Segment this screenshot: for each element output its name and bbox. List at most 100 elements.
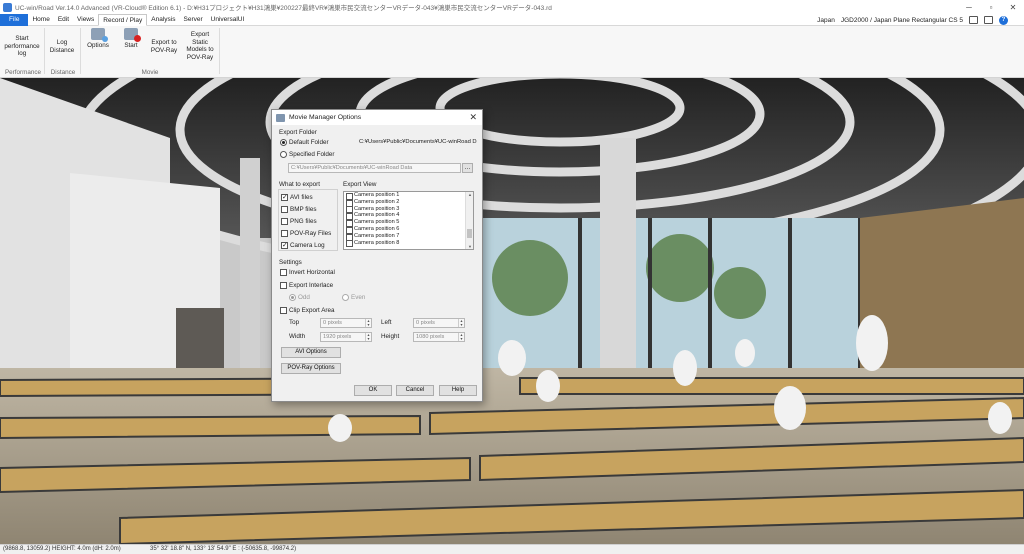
width-input[interactable]: 1920 pixels ▲ ▼ — [320, 332, 372, 342]
export-interlace-label: Export Interlace — [289, 282, 334, 289]
even-label: Even — [351, 294, 366, 301]
menu-bar: File Home Edit Views Record / Play Analy… — [0, 13, 1024, 26]
ribbon-separator — [80, 28, 81, 74]
minimize-button[interactable]: ─ — [958, 0, 980, 14]
povray-options-button[interactable]: POV-Ray Options — [281, 363, 341, 374]
tab-home[interactable]: Home — [28, 14, 53, 26]
height-label: Height — [381, 333, 400, 340]
invert-horizontal-checkbox[interactable] — [280, 269, 287, 276]
maximize-button[interactable]: ▫ — [980, 0, 1002, 14]
dialog-title-bar[interactable]: Movie Manager Options ✕ — [272, 110, 482, 125]
options-label: Options — [87, 42, 109, 49]
list-item[interactable]: Camera position 2 — [344, 199, 473, 207]
specified-folder-label: Specified Folder — [289, 151, 335, 158]
avi-files-checkbox[interactable] — [281, 193, 288, 201]
list-item[interactable]: Camera position 8 — [344, 240, 473, 248]
even-radio[interactable] — [342, 294, 349, 301]
camera-log-checkbox[interactable] — [281, 241, 288, 249]
default-folder-radio[interactable] — [280, 139, 287, 146]
help-button[interactable]: Help — [439, 385, 477, 396]
close-window-button[interactable]: ✕ — [1002, 0, 1024, 14]
what-to-export-label: What to export — [279, 181, 320, 188]
tab-server[interactable]: Server — [180, 14, 207, 26]
log-distance-button[interactable]: Log Distance — [48, 39, 76, 54]
title-bar: UC-win/Road Ver.14.0 Advanced (VR-Cloud®… — [0, 0, 1024, 14]
dialog-app-icon — [276, 113, 285, 122]
start-record-button[interactable]: Start — [118, 28, 144, 50]
status-position: (9868.8, 13059.2) HEIGHT: 4.0m (dH: 2.0m… — [3, 546, 121, 552]
help-icon[interactable]: ? — [999, 15, 1008, 25]
save-icon[interactable] — [969, 16, 978, 24]
export-view-list[interactable]: Camera position 1 Camera position 2 Came… — [343, 191, 474, 250]
start-performance-log-button[interactable]: Start performance log — [3, 35, 41, 58]
settings-label: Settings — [279, 259, 302, 266]
odd-radio[interactable] — [289, 294, 296, 301]
status-latlon: 35° 32' 18.8" N, 133° 13' 54.9" E : (-50… — [150, 546, 297, 552]
scroll-down-icon[interactable]: ▼ — [466, 244, 473, 249]
png-files-checkbox[interactable] — [281, 218, 288, 225]
options-icon — [91, 28, 108, 42]
cancel-button[interactable]: Cancel — [396, 385, 434, 396]
coordinate-system-label: JGD2000 / Japan Plane Rectangular CS 5 — [840, 16, 963, 24]
list-item[interactable]: Camera position 5 — [344, 219, 473, 227]
tab-analysis[interactable]: Analysis — [147, 14, 179, 26]
avi-options-button[interactable]: AVI Options — [281, 347, 341, 358]
avi-files-label: AVI files — [290, 194, 313, 201]
specified-folder-radio[interactable] — [280, 151, 287, 158]
list-item[interactable]: Camera position 1 — [344, 192, 473, 200]
window-title: UC-win/Road Ver.14.0 Advanced (VR-Cloud®… — [15, 5, 552, 12]
tab-file[interactable]: File — [0, 13, 29, 26]
scroll-thumb[interactable] — [467, 229, 472, 238]
tab-views[interactable]: Views — [73, 14, 98, 26]
specified-folder-path-input[interactable]: C:¥Users¥Public¥Documents¥UC-winRoad Dat… — [288, 163, 461, 173]
ok-button[interactable]: OK — [354, 385, 392, 396]
width-value: 1920 pixels — [323, 334, 352, 340]
window-layout-icon[interactable] — [984, 16, 993, 24]
tab-edit[interactable]: Edit — [54, 14, 73, 26]
tab-universalui[interactable]: UniversalUI — [207, 14, 249, 26]
start-label: Start — [124, 42, 138, 49]
options-button[interactable]: Options — [84, 28, 112, 50]
povray-files-label: POV-Ray Files — [290, 230, 332, 237]
dialog-close-button[interactable]: ✕ — [469, 112, 477, 123]
left-spinner-icon[interactable]: ▲ ▼ — [458, 319, 464, 327]
list-item[interactable]: Camera position 7 — [344, 233, 473, 241]
app-icon — [3, 2, 12, 12]
png-files-label: PNG files — [290, 218, 317, 225]
group-movie: Movie — [141, 69, 159, 76]
list-item[interactable]: Camera position 4 — [344, 212, 473, 220]
dialog-title: Movie Manager Options — [289, 114, 362, 121]
3d-viewport[interactable] — [0, 78, 1024, 544]
clip-export-area-checkbox[interactable] — [280, 307, 287, 314]
export-folder-label: Export Folder — [279, 129, 317, 136]
height-spinner-icon[interactable]: ▲ ▼ — [458, 333, 464, 341]
ribbon-separator — [44, 28, 45, 74]
top-input[interactable]: 0 pixels ▲ ▼ — [320, 318, 372, 328]
top-value: 0 pixels — [323, 320, 342, 326]
ribbon-separator — [219, 28, 220, 74]
width-spinner-icon[interactable]: ▲ ▼ — [365, 333, 371, 341]
list-item[interactable]: Camera position 3 — [344, 206, 473, 214]
clip-export-area-label: Clip Export Area — [289, 307, 335, 314]
export-static-models-button[interactable]: Export Static Models to POV-Ray — [183, 31, 217, 61]
browse-folder-button[interactable]: … — [462, 163, 473, 173]
top-spinner-icon[interactable]: ▲ ▼ — [365, 319, 371, 327]
left-input[interactable]: 0 pixels ▲ ▼ — [413, 318, 465, 328]
default-folder-label: Default Folder — [289, 139, 329, 146]
export-to-povray-button[interactable]: Export to POV-Ray — [148, 39, 180, 54]
list-item[interactable]: Camera position 6 — [344, 226, 473, 234]
scroll-up-icon[interactable]: ▲ — [466, 192, 473, 197]
record-start-icon — [124, 28, 141, 42]
left-label: Left — [381, 319, 392, 326]
height-input[interactable]: 1080 pixels ▲ ▼ — [413, 332, 465, 342]
export-interlace-checkbox[interactable] — [280, 282, 287, 289]
group-distance: Distance — [50, 69, 76, 76]
left-value: 0 pixels — [416, 320, 435, 326]
povray-files-checkbox[interactable] — [281, 230, 288, 237]
bmp-files-checkbox[interactable] — [281, 206, 288, 213]
export-view-scrollbar[interactable]: ▲ ▼ — [465, 192, 473, 249]
odd-label: Odd — [298, 294, 310, 301]
tab-record-play[interactable]: Record / Play — [98, 13, 148, 26]
movie-manager-options-dialog: Movie Manager Options ✕ Export Folder De… — [271, 109, 483, 402]
invert-horizontal-label: Invert Horizontal — [289, 269, 335, 276]
